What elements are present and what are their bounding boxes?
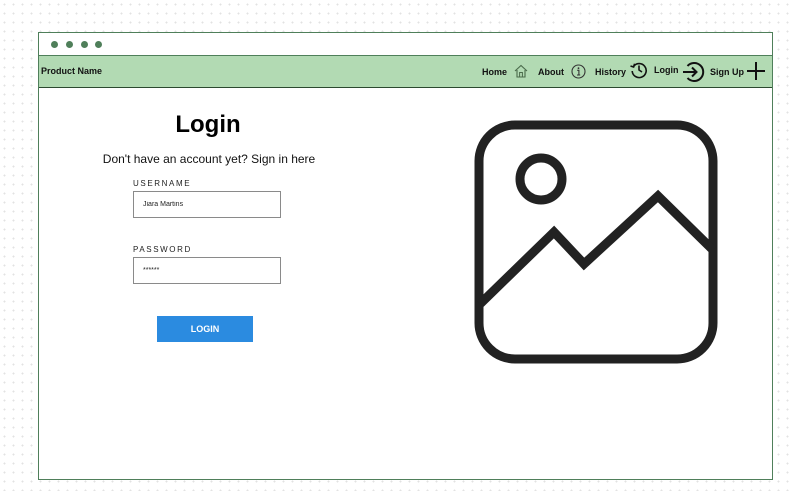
home-icon[interactable] [513, 63, 529, 84]
info-icon[interactable] [571, 64, 586, 84]
browser-window: Product Name Home About History Login Si… [38, 32, 773, 480]
nav-signup-link[interactable]: Sign Up [710, 67, 744, 77]
product-name: Product Name [41, 66, 103, 76]
window-dot [66, 41, 73, 48]
page-title: Login [175, 111, 241, 138]
login-icon[interactable] [681, 60, 705, 89]
username-label: USERNAME [133, 179, 192, 188]
password-input[interactable] [133, 257, 281, 284]
window-dot [95, 41, 102, 48]
history-icon[interactable] [629, 60, 649, 85]
image-placeholder-icon [474, 120, 724, 375]
nav-history-link[interactable]: History [595, 67, 626, 77]
window-dot [81, 41, 88, 48]
nav-about-link[interactable]: About [538, 67, 564, 77]
login-button[interactable]: LOGIN [157, 316, 253, 342]
plus-icon[interactable] [746, 61, 766, 86]
username-input[interactable] [133, 191, 281, 218]
signup-link[interactable]: Don't have an account yet? Sign in here [79, 152, 339, 166]
nav-login-link[interactable]: Login [654, 65, 679, 75]
password-label: PASSWORD [133, 245, 192, 254]
window-dot [51, 41, 58, 48]
window-titlebar [39, 33, 772, 56]
nav-home-link[interactable]: Home [482, 67, 507, 77]
top-navbar: Product Name Home About History Login Si… [39, 56, 772, 88]
